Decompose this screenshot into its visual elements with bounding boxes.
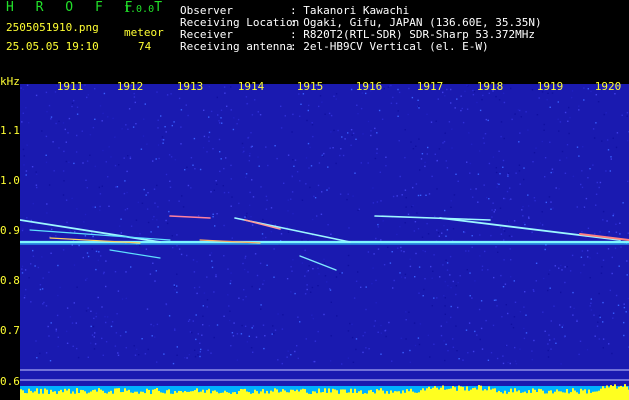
time-tick: 1919 bbox=[536, 80, 564, 93]
meteor-label: meteor bbox=[124, 26, 164, 39]
meteor-count: 74 bbox=[138, 40, 152, 53]
freq-tick: 0.8 bbox=[0, 274, 20, 287]
time-tick: 1920 bbox=[594, 80, 622, 93]
datetime: 25.05.05 19:10 bbox=[6, 40, 99, 53]
time-tick: 1911 bbox=[56, 80, 84, 93]
time-tick: 1912 bbox=[116, 80, 144, 93]
image-filename: 2505051910.png bbox=[6, 21, 99, 34]
header-panel: H R O F F T 1.0.0 2505051910.png meteor … bbox=[0, 0, 629, 76]
time-tick: 1915 bbox=[296, 80, 324, 93]
freq-tick: 0.6 bbox=[0, 375, 20, 388]
freq-tick: 1.1 bbox=[0, 124, 20, 137]
time-tick: 1917 bbox=[416, 80, 444, 93]
antenna-label: Receiving antenna bbox=[180, 40, 293, 53]
antenna-value: : 2el-HB9CV Vertical (el. E-W) bbox=[290, 40, 489, 53]
freq-tick: 0.9 bbox=[0, 224, 20, 237]
time-axis: 1911 1912 1913 1914 1915 1916 1917 1918 … bbox=[0, 76, 629, 96]
time-tick: 1916 bbox=[355, 80, 383, 93]
freq-tick: 0.7 bbox=[0, 324, 20, 337]
spectrogram bbox=[20, 84, 629, 400]
time-tick: 1913 bbox=[176, 80, 204, 93]
time-tick: 1914 bbox=[237, 80, 265, 93]
freq-tick: 1.0 bbox=[0, 174, 20, 187]
app-version: 1.0.0 bbox=[124, 4, 155, 15]
time-tick: 1918 bbox=[476, 80, 504, 93]
